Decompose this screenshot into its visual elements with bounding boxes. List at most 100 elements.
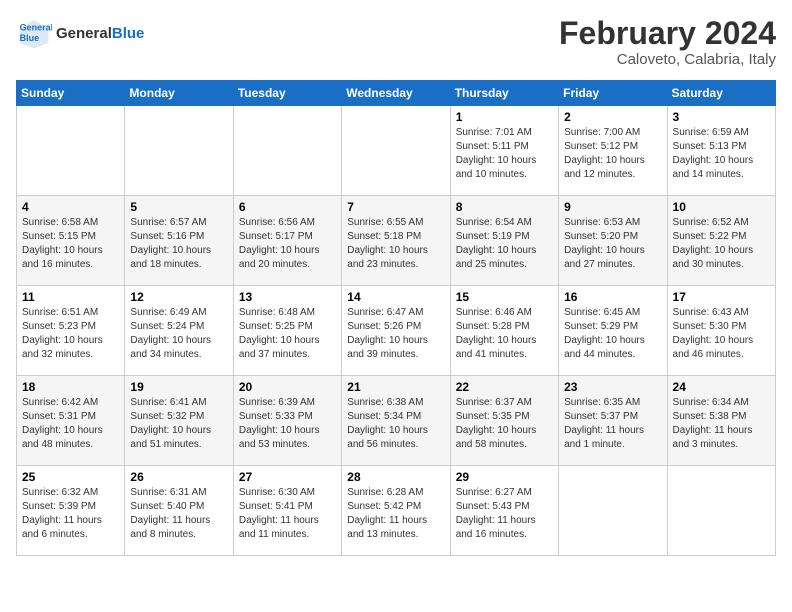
day-info: Sunrise: 6:37 AM Sunset: 5:35 PM Dayligh…	[456, 396, 553, 452]
calendar-cell	[667, 466, 775, 556]
calendar-cell: 25 Sunrise: 6:32 AM Sunset: 5:39 PM Dayli…	[17, 466, 125, 556]
day-number: 8	[456, 200, 553, 214]
day-number: 13	[239, 290, 336, 304]
day-number: 3	[673, 110, 770, 124]
calendar-cell: 17 Sunrise: 6:43 AM Sunset: 5:30 PM Dayli…	[667, 286, 775, 376]
calendar-cell	[17, 106, 125, 196]
calendar-cell	[125, 106, 233, 196]
calendar-cell: 26Sunrise: 6:31 AM Sunset: 5:40 PM Dayli…	[125, 466, 233, 556]
weekday-header: Monday	[125, 81, 233, 106]
day-number: 12	[130, 290, 227, 304]
logo: General Blue GeneralBlue	[16, 16, 144, 52]
day-info: Sunrise: 6:47 AM Sunset: 5:26 PM Dayligh…	[347, 306, 444, 362]
day-info: Sunrise: 6:55 AM Sunset: 5:18 PM Dayligh…	[347, 216, 444, 272]
day-info: Sunrise: 6:53 AM Sunset: 5:20 PM Dayligh…	[564, 216, 661, 272]
day-number: 7	[347, 200, 444, 214]
calendar-cell: 11 Sunrise: 6:51 AM Sunset: 5:23 PM Dayli…	[17, 286, 125, 376]
logo-icon: General Blue	[16, 16, 52, 52]
title-block: February 2024 Caloveto, Calabria, Italy	[559, 16, 776, 68]
calendar-cell	[342, 106, 450, 196]
calendar-cell: 6Sunrise: 6:56 AM Sunset: 5:17 PM Daylig…	[233, 196, 341, 286]
day-number: 26	[130, 470, 227, 484]
location-title: Caloveto, Calabria, Italy	[559, 51, 776, 68]
month-title: February 2024	[559, 16, 776, 51]
weekday-header: Tuesday	[233, 81, 341, 106]
day-number: 1	[456, 110, 553, 124]
day-number: 11	[22, 290, 119, 304]
calendar-cell: 13 Sunrise: 6:48 AM Sunset: 5:25 PM Dayli…	[233, 286, 341, 376]
day-number: 27	[239, 470, 336, 484]
day-info: Sunrise: 6:52 AM Sunset: 5:22 PM Dayligh…	[673, 216, 770, 272]
calendar-cell: 2Sunrise: 7:00 AM Sunset: 5:12 PM Daylig…	[559, 106, 667, 196]
calendar-cell: 1Sunrise: 7:01 AM Sunset: 5:11 PM Daylig…	[450, 106, 558, 196]
svg-text:Blue: Blue	[20, 33, 40, 43]
day-info: Sunrise: 6:51 AM Sunset: 5:23 PM Dayligh…	[22, 306, 119, 362]
day-info: Sunrise: 6:35 AM Sunset: 5:37 PM Dayligh…	[564, 396, 661, 452]
day-info: Sunrise: 6:39 AM Sunset: 5:33 PM Dayligh…	[239, 396, 336, 452]
day-number: 24	[673, 380, 770, 394]
weekday-header: Thursday	[450, 81, 558, 106]
calendar-cell: 16 Sunrise: 6:45 AM Sunset: 5:29 PM Dayli…	[559, 286, 667, 376]
calendar-cell: 22 Sunrise: 6:37 AM Sunset: 5:35 PM Dayli…	[450, 376, 558, 466]
calendar-cell: 15Sunrise: 6:46 AM Sunset: 5:28 PM Dayli…	[450, 286, 558, 376]
calendar-cell: 18Sunrise: 6:42 AM Sunset: 5:31 PM Dayli…	[17, 376, 125, 466]
calendar-week-row: 1Sunrise: 7:01 AM Sunset: 5:11 PM Daylig…	[17, 106, 776, 196]
calendar-cell: 29 Sunrise: 6:27 AM Sunset: 5:43 PM Dayli…	[450, 466, 558, 556]
logo-text: GeneralBlue	[56, 26, 144, 43]
calendar-cell: 28 Sunrise: 6:28 AM Sunset: 5:42 PM Dayli…	[342, 466, 450, 556]
calendar-cell: 20 Sunrise: 6:39 AM Sunset: 5:33 PM Dayli…	[233, 376, 341, 466]
day-number: 9	[564, 200, 661, 214]
day-number: 20	[239, 380, 336, 394]
day-number: 22	[456, 380, 553, 394]
day-info: Sunrise: 6:43 AM Sunset: 5:30 PM Dayligh…	[673, 306, 770, 362]
day-number: 18	[22, 380, 119, 394]
calendar-cell: 14 Sunrise: 6:47 AM Sunset: 5:26 PM Dayli…	[342, 286, 450, 376]
day-number: 16	[564, 290, 661, 304]
weekday-header-row: SundayMondayTuesdayWednesdayThursdayFrid…	[17, 81, 776, 106]
day-info: Sunrise: 6:27 AM Sunset: 5:43 PM Dayligh…	[456, 486, 553, 542]
day-info: Sunrise: 6:58 AM Sunset: 5:15 PM Dayligh…	[22, 216, 119, 272]
calendar-cell: 12 Sunrise: 6:49 AM Sunset: 5:24 PM Dayli…	[125, 286, 233, 376]
svg-text:General: General	[20, 22, 52, 32]
day-number: 21	[347, 380, 444, 394]
calendar-cell: 5 Sunrise: 6:57 AM Sunset: 5:16 PM Daylig…	[125, 196, 233, 286]
calendar-cell: 8 Sunrise: 6:54 AM Sunset: 5:19 PM Daylig…	[450, 196, 558, 286]
calendar-cell: 4Sunrise: 6:58 AM Sunset: 5:15 PM Daylig…	[17, 196, 125, 286]
day-info: Sunrise: 7:00 AM Sunset: 5:12 PM Dayligh…	[564, 126, 661, 182]
day-info: Sunrise: 6:34 AM Sunset: 5:38 PM Dayligh…	[673, 396, 770, 452]
calendar-week-row: 11 Sunrise: 6:51 AM Sunset: 5:23 PM Dayli…	[17, 286, 776, 376]
calendar-cell: 9 Sunrise: 6:53 AM Sunset: 5:20 PM Daylig…	[559, 196, 667, 286]
day-info: Sunrise: 6:45 AM Sunset: 5:29 PM Dayligh…	[564, 306, 661, 362]
calendar-week-row: 18Sunrise: 6:42 AM Sunset: 5:31 PM Dayli…	[17, 376, 776, 466]
calendar-table: SundayMondayTuesdayWednesdayThursdayFrid…	[16, 80, 776, 556]
calendar-cell: 23 Sunrise: 6:35 AM Sunset: 5:37 PM Dayli…	[559, 376, 667, 466]
day-info: Sunrise: 6:56 AM Sunset: 5:17 PM Dayligh…	[239, 216, 336, 272]
day-info: Sunrise: 6:30 AM Sunset: 5:41 PM Dayligh…	[239, 486, 336, 542]
day-number: 10	[673, 200, 770, 214]
day-info: Sunrise: 6:48 AM Sunset: 5:25 PM Dayligh…	[239, 306, 336, 362]
day-number: 29	[456, 470, 553, 484]
day-number: 23	[564, 380, 661, 394]
calendar-week-row: 25 Sunrise: 6:32 AM Sunset: 5:39 PM Dayli…	[17, 466, 776, 556]
day-info: Sunrise: 6:57 AM Sunset: 5:16 PM Dayligh…	[130, 216, 227, 272]
day-info: Sunrise: 6:49 AM Sunset: 5:24 PM Dayligh…	[130, 306, 227, 362]
weekday-header: Sunday	[17, 81, 125, 106]
calendar-cell	[559, 466, 667, 556]
calendar-cell	[233, 106, 341, 196]
calendar-cell: 24 Sunrise: 6:34 AM Sunset: 5:38 PM Dayli…	[667, 376, 775, 466]
day-info: Sunrise: 6:32 AM Sunset: 5:39 PM Dayligh…	[22, 486, 119, 542]
calendar-cell: 27 Sunrise: 6:30 AM Sunset: 5:41 PM Dayli…	[233, 466, 341, 556]
day-info: Sunrise: 6:59 AM Sunset: 5:13 PM Dayligh…	[673, 126, 770, 182]
day-number: 28	[347, 470, 444, 484]
day-number: 17	[673, 290, 770, 304]
day-info: Sunrise: 6:54 AM Sunset: 5:19 PM Dayligh…	[456, 216, 553, 272]
day-number: 25	[22, 470, 119, 484]
calendar-week-row: 4Sunrise: 6:58 AM Sunset: 5:15 PM Daylig…	[17, 196, 776, 286]
weekday-header: Friday	[559, 81, 667, 106]
page-header: General Blue GeneralBlue February 2024 C…	[16, 16, 776, 68]
day-number: 5	[130, 200, 227, 214]
calendar-cell: 19Sunrise: 6:41 AM Sunset: 5:32 PM Dayli…	[125, 376, 233, 466]
day-number: 14	[347, 290, 444, 304]
calendar-cell: 21Sunrise: 6:38 AM Sunset: 5:34 PM Dayli…	[342, 376, 450, 466]
day-info: Sunrise: 6:28 AM Sunset: 5:42 PM Dayligh…	[347, 486, 444, 542]
